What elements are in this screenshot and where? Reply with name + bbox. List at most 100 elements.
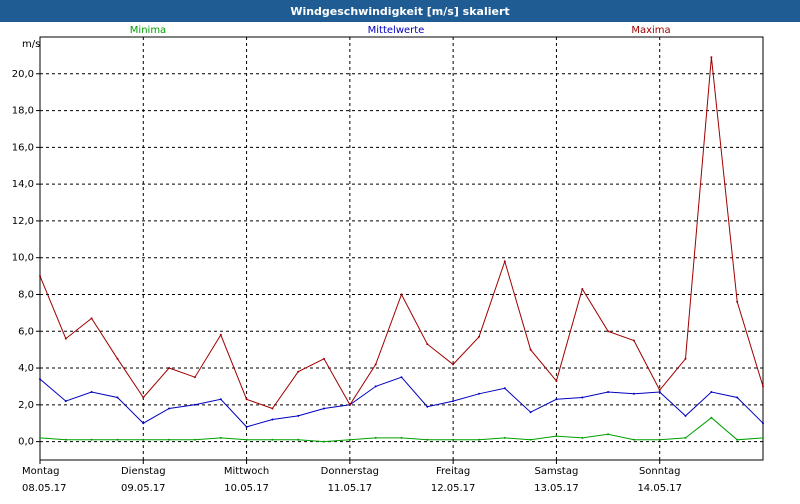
data-point-mittelwerte bbox=[710, 391, 713, 393]
data-point-maxima bbox=[607, 330, 610, 333]
legend-label-mittelwerte: Mittelwerte bbox=[368, 25, 425, 36]
data-point-maxima bbox=[710, 56, 713, 59]
data-point-minima bbox=[684, 436, 687, 439]
x-tick-date-label: 10.05.17 bbox=[224, 483, 269, 494]
data-point-mittelwerte bbox=[426, 405, 429, 408]
data-point-mittelwerte bbox=[529, 411, 532, 414]
data-point-maxima bbox=[116, 357, 119, 360]
data-point-maxima bbox=[142, 396, 145, 399]
x-tick-date-label: 11.05.17 bbox=[328, 483, 373, 494]
data-point-maxima bbox=[478, 335, 480, 338]
data-point-mittelwerte bbox=[245, 425, 248, 428]
data-point-maxima bbox=[529, 348, 532, 351]
data-point-mittelwerte bbox=[297, 414, 300, 417]
data-point-mittelwerte bbox=[503, 387, 506, 390]
data-point-mittelwerte bbox=[323, 407, 325, 410]
wind-speed-chart: 0,0 2,0 4,0 6,0 8,0 10,0 12,0 14,0 16,0 18,0 20,0 m… bbox=[12, 25, 764, 494]
x-tick-date-label: 08.05.17 bbox=[22, 483, 67, 494]
data-point-maxima bbox=[581, 288, 584, 290]
data-point-maxima bbox=[271, 407, 274, 410]
chart-area: 0,0 2,0 4,0 6,0 8,0 10,0 12,0 14,0 16,0 18,0 20,0 m… bbox=[0, 22, 800, 500]
data-point-minima bbox=[400, 436, 403, 439]
data-point-minima bbox=[297, 438, 300, 441]
data-point-maxima bbox=[736, 300, 739, 303]
x-tick-day-label: Sonntag bbox=[639, 466, 681, 477]
data-point-mittelwerte bbox=[658, 391, 661, 393]
data-point-mittelwerte bbox=[555, 398, 558, 401]
y-tick-label: 2,0 bbox=[18, 400, 34, 411]
x-tick-day-label: Donnerstag bbox=[321, 466, 379, 477]
data-point-mittelwerte bbox=[607, 391, 610, 393]
data-point-minima bbox=[607, 433, 610, 436]
data-point-maxima bbox=[762, 385, 764, 388]
y-tick-label: 6,0 bbox=[18, 326, 34, 337]
data-point-minima bbox=[658, 438, 661, 441]
data-point-minima bbox=[64, 438, 67, 441]
x-tick-day-label: Dienstag bbox=[121, 466, 166, 477]
data-point-mittelwerte bbox=[90, 391, 93, 393]
data-point-minima bbox=[90, 438, 93, 441]
data-point-maxima bbox=[219, 333, 222, 336]
data-point-minima bbox=[503, 436, 506, 439]
data-point-maxima bbox=[323, 357, 325, 360]
data-point-minima bbox=[555, 435, 558, 438]
data-point-maxima bbox=[374, 363, 377, 366]
x-tick-date-label: 09.05.17 bbox=[121, 483, 166, 494]
data-point-minima bbox=[632, 438, 635, 441]
data-point-minima bbox=[736, 438, 739, 441]
data-point-maxima bbox=[297, 370, 300, 373]
data-point-minima bbox=[452, 438, 455, 441]
data-point-minima bbox=[323, 440, 325, 443]
x-tick-day-label: Mittwoch bbox=[224, 466, 269, 477]
chart-title-bar: Windgeschwindigkeit [m/s] skaliert bbox=[0, 0, 800, 22]
data-point-minima bbox=[529, 438, 532, 441]
data-point-maxima bbox=[348, 403, 351, 406]
y-tick-label: 20,0 bbox=[12, 69, 34, 80]
x-tick-day-label: Freitag bbox=[436, 466, 470, 477]
data-point-minima bbox=[193, 438, 196, 441]
data-point-maxima bbox=[168, 367, 171, 369]
data-point-mittelwerte bbox=[39, 378, 41, 381]
legend-label-maxima: Maxima bbox=[631, 25, 670, 36]
x-tick-date-label: 13.05.17 bbox=[534, 483, 579, 494]
data-point-mittelwerte bbox=[142, 422, 145, 425]
y-tick-label: 12,0 bbox=[12, 216, 34, 227]
data-point-maxima bbox=[684, 357, 687, 360]
data-point-minima bbox=[478, 438, 480, 441]
data-point-minima bbox=[142, 438, 145, 441]
x-tick-day-label: Montag bbox=[22, 466, 59, 477]
data-point-maxima bbox=[503, 260, 506, 263]
data-point-minima bbox=[39, 436, 41, 439]
x-tick-date-label: 14.05.17 bbox=[637, 483, 682, 494]
y-tick-label: 10,0 bbox=[12, 253, 34, 264]
y-tick-label: 18,0 bbox=[12, 106, 34, 117]
data-point-mittelwerte bbox=[736, 396, 739, 399]
data-point-mittelwerte bbox=[374, 385, 377, 388]
data-point-maxima bbox=[632, 339, 635, 342]
data-point-maxima bbox=[658, 389, 661, 392]
data-point-minima bbox=[374, 436, 377, 439]
data-point-minima bbox=[116, 438, 119, 441]
data-point-minima bbox=[762, 436, 764, 439]
data-point-minima bbox=[710, 416, 713, 419]
data-point-mittelwerte bbox=[219, 398, 222, 401]
data-point-mittelwerte bbox=[684, 414, 687, 417]
data-point-mittelwerte bbox=[400, 376, 403, 379]
data-point-mittelwerte bbox=[762, 422, 764, 425]
y-tick-label: 8,0 bbox=[18, 289, 34, 300]
data-point-minima bbox=[168, 438, 171, 441]
data-point-maxima bbox=[400, 293, 403, 296]
data-point-minima bbox=[271, 438, 274, 441]
data-point-maxima bbox=[193, 376, 196, 379]
data-point-mittelwerte bbox=[581, 396, 584, 399]
data-point-maxima bbox=[426, 343, 429, 346]
data-point-minima bbox=[581, 436, 584, 439]
legend-label-minima: Minima bbox=[130, 25, 166, 36]
data-point-minima bbox=[245, 438, 248, 441]
data-point-maxima bbox=[555, 379, 558, 382]
data-point-mittelwerte bbox=[64, 400, 67, 403]
data-point-mittelwerte bbox=[193, 403, 196, 406]
data-point-mittelwerte bbox=[478, 392, 480, 395]
data-point-minima bbox=[426, 438, 429, 441]
x-tick-date-label: 12.05.17 bbox=[431, 483, 476, 494]
